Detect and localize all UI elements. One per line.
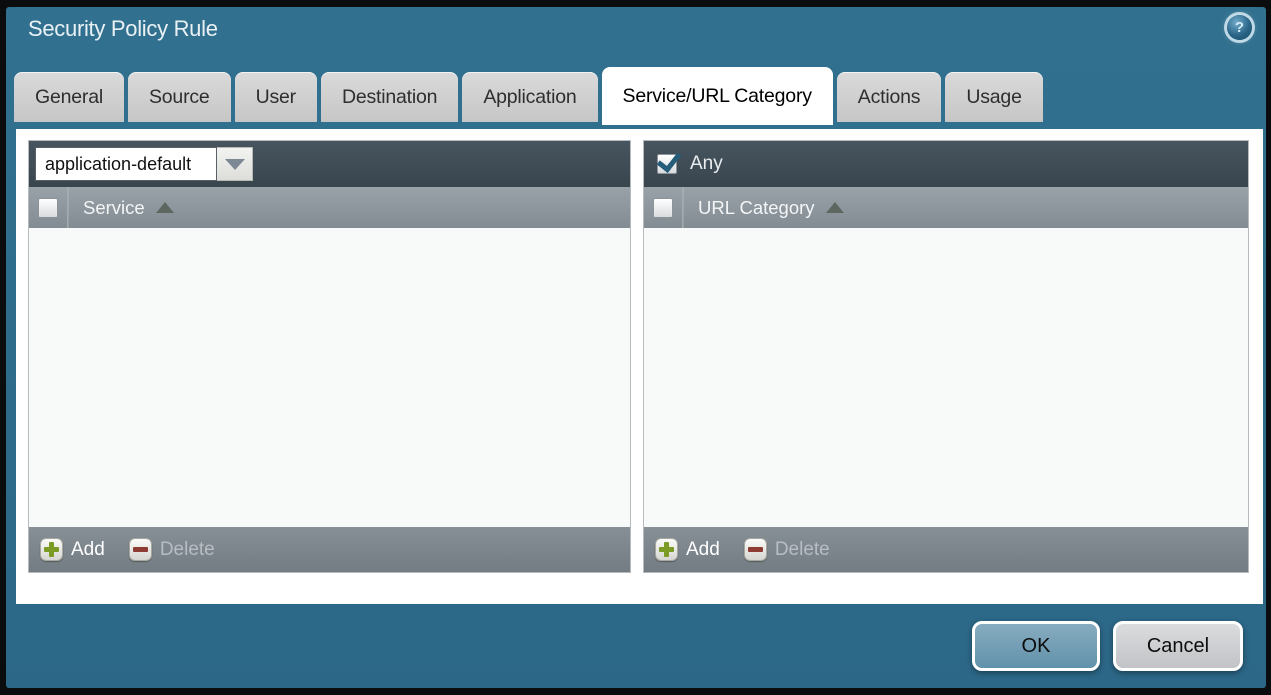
url-category-list (644, 228, 1248, 527)
service-type-input[interactable] (35, 147, 217, 181)
url-category-delete-button[interactable]: Delete (743, 538, 830, 561)
add-button-label: Add (686, 538, 720, 560)
url-category-select-all-cell (644, 187, 683, 228)
service-list (29, 228, 630, 527)
tab-actions[interactable]: Actions (836, 72, 942, 122)
service-delete-button[interactable]: Delete (128, 538, 215, 561)
checkmark-icon (656, 147, 682, 173)
tab-label: Actions (857, 85, 921, 108)
tab-content: Service Add Delete (16, 129, 1263, 604)
ok-button[interactable]: OK (972, 621, 1100, 671)
service-footer: Add Delete (29, 527, 630, 572)
tab-user[interactable]: User (234, 72, 317, 122)
sort-asc-icon (155, 202, 174, 213)
dialog-title: Security Policy Rule (28, 16, 218, 41)
service-panel: Service Add Delete (28, 140, 631, 573)
service-add-button[interactable]: Add (40, 538, 105, 561)
service-select-all-cell (29, 187, 68, 228)
tab-label: Service/URL Category (622, 84, 812, 107)
tab-destination[interactable]: Destination (320, 72, 459, 122)
minus-icon (743, 538, 767, 561)
any-checkbox[interactable] (656, 147, 682, 174)
tab-label: Destination (341, 85, 438, 108)
url-category-panel: Any URL Category Add Delete (643, 140, 1249, 573)
add-button-label: Add (71, 538, 105, 560)
delete-button-label: Delete (774, 538, 830, 560)
service-type-dropdown-button[interactable] (217, 147, 253, 181)
plus-icon (40, 538, 63, 561)
tab-usage[interactable]: Usage (945, 72, 1043, 122)
tab-label: Application (483, 85, 577, 108)
tab-label: Usage (966, 85, 1022, 108)
any-checkbox-group: Any (650, 147, 723, 175)
dialog-action-bar: OK Cancel (972, 621, 1243, 671)
tab-application[interactable]: Application (462, 72, 598, 122)
url-category-toolbar: Any (644, 141, 1248, 187)
security-policy-rule-dialog: Security Policy Rule ? General Source Us… (6, 7, 1266, 688)
plus-icon (655, 538, 678, 561)
url-category-add-button[interactable]: Add (655, 538, 720, 561)
service-header-label: Service (83, 196, 145, 218)
service-select-all-checkbox[interactable] (38, 197, 58, 218)
delete-button-label: Delete (159, 538, 215, 560)
tab-label: User (255, 85, 297, 108)
tab-bar: General Source User Destination Applicat… (14, 63, 1043, 125)
tab-source[interactable]: Source (127, 72, 231, 122)
url-category-header-label-group: URL Category (698, 197, 844, 219)
url-category-footer: Add Delete (644, 527, 1248, 572)
tab-general[interactable]: General (14, 72, 124, 122)
help-icon[interactable]: ? (1227, 15, 1252, 40)
any-label: Any (690, 153, 723, 174)
service-toolbar (29, 141, 630, 187)
url-category-select-all-checkbox[interactable] (653, 197, 673, 218)
chevron-down-icon (224, 158, 245, 170)
tab-label: Source (148, 85, 210, 108)
service-column-header[interactable]: Service (29, 187, 630, 228)
url-category-header-label: URL Category (698, 196, 815, 218)
url-category-column-header[interactable]: URL Category (644, 187, 1248, 228)
service-type-combo (35, 147, 253, 181)
tab-service-url-category[interactable]: Service/URL Category (601, 67, 833, 125)
tab-label: General (35, 85, 103, 108)
minus-icon (128, 538, 152, 561)
service-header-label-group: Service (83, 197, 174, 219)
cancel-button[interactable]: Cancel (1113, 621, 1243, 671)
sort-asc-icon (825, 202, 844, 213)
